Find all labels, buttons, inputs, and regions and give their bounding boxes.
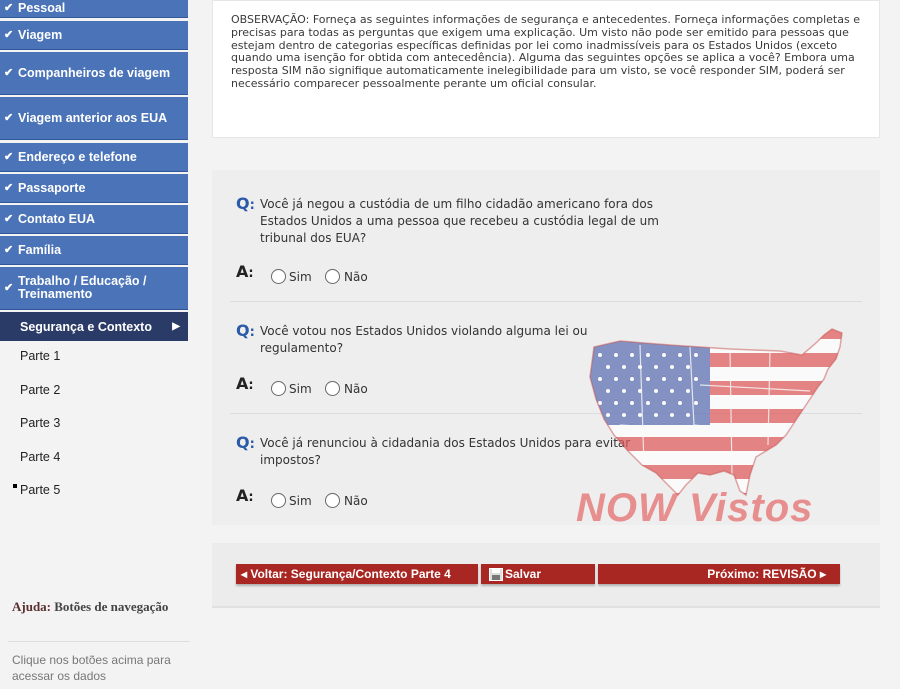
questions-panel: Q: Você já negou a custódia de um filho … <box>212 170 880 525</box>
sidebar-item-contato-eua[interactable]: ✔ Contato EUA <box>0 205 188 234</box>
question-2-no-radio[interactable] <box>325 381 340 396</box>
sidebar-item-trabalho[interactable]: ✔ Trabalho / Educação / Treinamento <box>0 267 188 310</box>
save-button[interactable]: Salvar <box>481 564 595 584</box>
question-1-no-radio[interactable] <box>325 269 340 284</box>
sidebar-part-2[interactable]: Parte 2 <box>20 383 60 397</box>
answer-label: A: <box>236 486 254 505</box>
observation-box: OBSERVAÇÃO: Forneça as seguintes informa… <box>212 0 880 138</box>
question-3-no-label[interactable]: Não <box>344 494 368 508</box>
check-icon: ✔ <box>4 2 14 14</box>
question-2-no-label[interactable]: Não <box>344 382 368 396</box>
observation-text: OBSERVAÇÃO: Forneça as seguintes informa… <box>231 13 860 90</box>
back-button-label: ◂ Voltar: Segurança/Contexto Parte 4 <box>241 567 451 581</box>
sidebar-item-label: Viagem anterior aos EUA <box>18 110 168 125</box>
question-label: Q: <box>236 194 255 213</box>
check-icon: ✔ <box>4 66 14 79</box>
current-part-bullet-icon <box>13 484 17 488</box>
check-icon: ✔ <box>4 281 14 294</box>
sidebar-item-label: Trabalho / Educação / Treinamento <box>18 274 147 301</box>
sidebar-item-seguranca-contexto[interactable]: Segurança e Contexto ▶ <box>0 312 188 341</box>
check-icon: ✔ <box>4 28 14 41</box>
watermark-text: NOW Vistos <box>576 486 814 530</box>
check-icon: ✔ <box>4 111 14 124</box>
sidebar-part-3[interactable]: Parte 3 <box>20 416 60 430</box>
sidebar-item-companheiros[interactable]: ✔ Companheiros de viagem <box>0 52 188 95</box>
question-label: Q: <box>236 321 255 340</box>
sidebar-item-label: Família <box>18 242 62 257</box>
sidebar-item-label: Viagem <box>18 27 63 42</box>
question-1-yes-label[interactable]: Sim <box>289 270 312 284</box>
sidebar-item-viagem-anterior[interactable]: ✔ Viagem anterior aos EUA <box>0 97 188 140</box>
sidebar-item-passaporte[interactable]: ✔ Passaporte <box>0 174 188 203</box>
navigation-buttons-panel: ◂ Voltar: Segurança/Contexto Parte 4 Sal… <box>212 543 880 608</box>
back-button[interactable]: ◂ Voltar: Segurança/Contexto Parte 4 <box>236 564 478 584</box>
help-title: Ajuda: Botões de navegação <box>12 597 187 616</box>
check-icon: ✔ <box>4 212 14 225</box>
sidebar-item-label: Segurança e Contexto <box>20 319 152 334</box>
check-icon: ✔ <box>4 150 14 163</box>
sidebar-part-4[interactable]: Parte 4 <box>20 450 60 464</box>
sidebar-item-label: Contato EUA <box>18 211 96 226</box>
check-icon: ✔ <box>4 243 14 256</box>
question-1-text: Você já negou a custódia de um filho cid… <box>260 197 659 245</box>
sidebar: ✔ Pessoal ✔ Viagem ✔ Companheiros de via… <box>0 0 196 689</box>
question-1-no-label[interactable]: Não <box>344 270 368 284</box>
sidebar-item-label: Passaporte <box>18 180 86 195</box>
help-text: Clique nos botões acima para acessar os … <box>12 653 171 683</box>
question-2-text: Você votou nos Estados Unidos violando a… <box>260 324 588 355</box>
chevron-right-icon: ▶ <box>172 321 180 332</box>
question-divider <box>230 301 862 302</box>
question-1-yes-radio[interactable] <box>271 269 286 284</box>
question-3-yes-radio[interactable] <box>271 493 286 508</box>
check-icon: ✔ <box>4 181 14 194</box>
question-3-yes-label[interactable]: Sim <box>289 494 312 508</box>
sidebar-part-1[interactable]: Parte 1 <box>20 349 60 363</box>
sidebar-item-pessoal[interactable]: ✔ Pessoal <box>0 0 188 18</box>
answer-label: A: <box>236 374 254 393</box>
question-divider <box>230 413 862 414</box>
sidebar-item-label: Pessoal <box>18 1 66 15</box>
sidebar-part-5[interactable]: Parte 5 <box>20 483 60 497</box>
sidebar-item-label: Endereço e telefone <box>18 149 137 164</box>
question-3-text: Você já renunciou à cidadania dos Estado… <box>260 436 631 467</box>
question-2-yes-label[interactable]: Sim <box>289 382 312 396</box>
help-title-prefix: Ajuda: <box>12 599 52 614</box>
question-label: Q: <box>236 433 255 452</box>
next-button[interactable]: Próximo: REVISÃO ▸ <box>598 564 840 584</box>
sidebar-item-endereco[interactable]: ✔ Endereço e telefone <box>0 143 188 172</box>
sidebar-item-label: Companheiros de viagem <box>18 65 171 80</box>
question-2-yes-radio[interactable] <box>271 381 286 396</box>
help-title-text: Botões de navegação <box>54 599 169 614</box>
floppy-disk-icon <box>489 568 503 581</box>
answer-label: A: <box>236 262 254 281</box>
help-divider <box>8 641 190 642</box>
next-button-label: Próximo: REVISÃO ▸ <box>707 567 826 581</box>
sidebar-item-familia[interactable]: ✔ Família <box>0 236 188 265</box>
question-3-no-radio[interactable] <box>325 493 340 508</box>
sidebar-item-viagem[interactable]: ✔ Viagem <box>0 21 188 50</box>
save-button-label: Salvar <box>505 567 542 581</box>
